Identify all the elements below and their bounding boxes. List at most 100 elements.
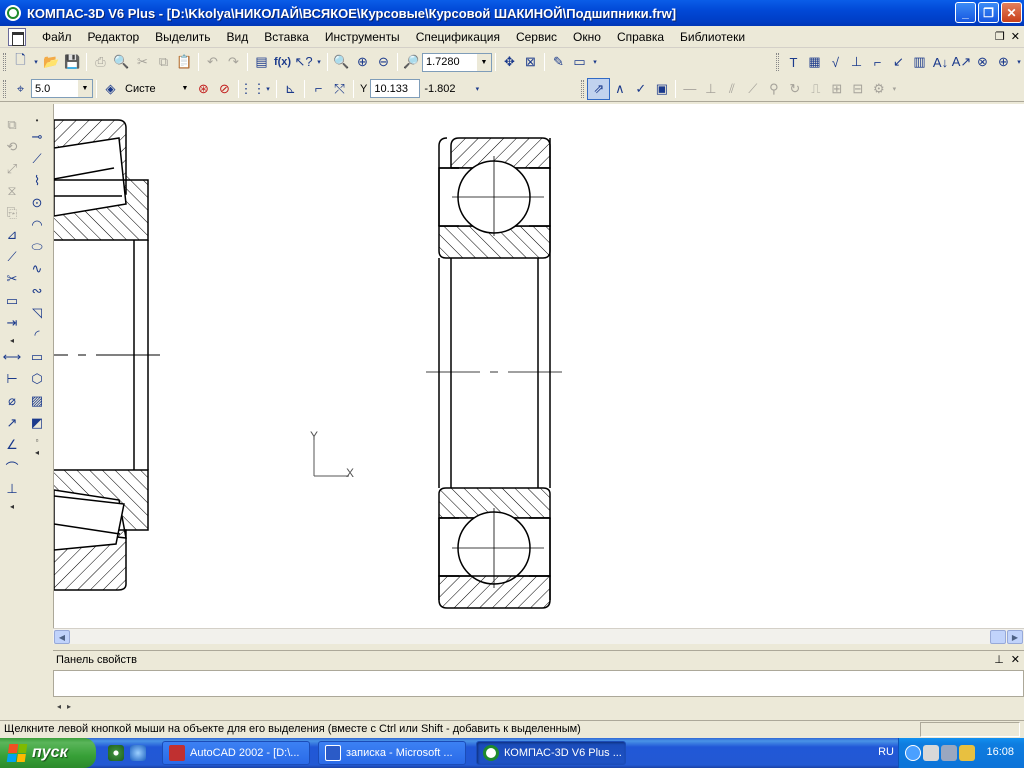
minimize-button[interactable]: _ [955,2,976,23]
grid-dropdown-icon[interactable]: ▾ [263,79,273,99]
variables-icon[interactable]: f(x) [272,52,293,72]
calc-icon[interactable]: ▣ [651,79,672,99]
position-icon[interactable]: ↙ [888,52,909,72]
step-icon[interactable]: ⌖ [10,79,31,99]
speaker-icon[interactable] [959,745,975,761]
curve-icon[interactable]: ∾ [26,280,48,302]
pan-icon[interactable]: ✥ [499,52,520,72]
snap-icon[interactable]: ⊛ [193,79,214,99]
ellipse-icon[interactable]: ⬭ [26,236,48,258]
dim-rotate-icon[interactable]: ↻ [784,79,805,99]
base-icon[interactable]: ⊥ [846,52,867,72]
clock[interactable]: 16:08 [986,746,1014,758]
layer-dropdown-icon[interactable]: ▼ [178,80,192,97]
fill-icon[interactable]: ◩ [26,412,48,434]
tolerance-icon[interactable]: ▥ [909,52,930,72]
rectangle-icon[interactable]: ▭ [26,346,48,368]
step-dropdown-icon[interactable]: ▼ [78,80,92,97]
help-pointer-icon[interactable]: ↖? [293,52,314,72]
dim-clamp-icon[interactable]: ⎍ [805,79,826,99]
wave-icon[interactable]: ⊗ [972,52,993,72]
task-kompas[interactable]: КОМПАС-3D V6 Plus ... [476,741,626,765]
dim-tag-icon[interactable]: ⊟ [847,79,868,99]
help-dropdown-icon[interactable]: ▾ [314,52,324,72]
menu-file[interactable]: Файл [34,30,80,44]
layer-icon[interactable]: ◈ [100,79,121,99]
menu-edit[interactable]: Редактор [80,30,148,44]
dim-hatch-icon[interactable]: ⫽ [721,79,742,99]
layer-field[interactable]: Систе ▼ [121,79,193,98]
print-preview-icon[interactable]: 🔍 [111,52,132,72]
display-dropdown-icon[interactable]: ▾ [590,52,600,72]
scroll-left-icon[interactable]: ◀ [54,630,70,644]
copy-obj-icon[interactable]: ⎘ [1,202,23,224]
dim-line-icon[interactable]: — [679,79,700,99]
show-all-icon[interactable]: ⊠ [520,52,541,72]
menu-help[interactable]: Справка [609,30,672,44]
coord-y-field[interactable]: -1.802 [420,79,473,98]
zoom-window-icon[interactable]: 🔍 [331,52,352,72]
mdi-close-button[interactable]: ✕ [1011,30,1020,43]
pin-icon[interactable]: ⊥ [994,653,1004,666]
polyline-icon[interactable]: ⌇ [26,170,48,192]
ball-bearing-drawing[interactable] [438,137,551,609]
menu-view[interactable]: Вид [219,30,257,44]
coord-x-field[interactable]: 10.133 [370,79,421,98]
step-field[interactable]: 5.0 ▼ [31,79,93,98]
scroll-thumb[interactable] [990,630,1006,644]
mdi-restore-button[interactable]: ❐ [995,30,1005,43]
dim-vertical-icon[interactable]: ⊢ [1,368,23,390]
segment-icon[interactable]: ⊸ [26,126,48,148]
ortho-icon[interactable]: ⌐ [308,79,329,99]
dim-offset-icon[interactable]: ⊥ [700,79,721,99]
menu-tools[interactable]: Инструменты [317,30,408,44]
break-icon[interactable]: ✂ [1,268,23,290]
task-word[interactable]: записка - Microsoft ... [318,741,466,765]
menu-window[interactable]: Окно [565,30,609,44]
menu-libraries[interactable]: Библиотеки [672,30,753,44]
hatch-icon[interactable]: ▨ [26,390,48,412]
manager-icon[interactable]: ▤ [251,52,272,72]
menu-service[interactable]: Сервис [508,30,565,44]
dim-arc-icon[interactable]: ⌒ [1,456,23,478]
snaps-icon[interactable]: ⤲ [329,79,350,99]
expand-arrow-icon[interactable]: ◂ [26,446,48,458]
hatch-frame-icon[interactable]: ▭ [1,290,23,312]
local-cs-icon[interactable]: ⊾ [280,79,301,99]
scale-icon[interactable]: ⤢ [1,158,23,180]
new-dropdown-icon[interactable]: ▾ [31,52,41,72]
trim-icon[interactable]: ⟋ [1,246,23,268]
grid-icon[interactable]: ⋮⋮ [240,79,266,99]
dimension-linear-icon[interactable]: ⊿ [1,224,23,246]
toolbar-grip[interactable] [3,53,6,71]
dim-chain-icon[interactable]: ⊥ [1,478,23,500]
text-icon[interactable]: T [783,52,804,72]
redo-icon[interactable]: ↷ [223,52,244,72]
nav-left-icon[interactable]: ◂ [57,702,61,711]
dim-pin-icon[interactable]: ⚲ [763,79,784,99]
leader-icon[interactable]: ⌐ [867,52,888,72]
zoom-dropdown-icon[interactable]: ▼ [477,53,491,71]
snap-magnet-icon[interactable]: ⊘ [214,79,235,99]
zoom-field[interactable]: 1.7280 ▼ [422,52,492,72]
paste-icon[interactable]: 📋 [174,52,195,72]
view-arrow-icon[interactable]: A↗ [951,52,972,72]
scroll-right-icon[interactable]: ▶ [1007,630,1023,644]
zoom-out-icon[interactable]: ⊖ [373,52,394,72]
tray-expand-icon[interactable] [905,745,921,761]
properties-close-button[interactable]: ✕ [1011,653,1020,666]
move-icon[interactable]: ⧉ [1,114,23,136]
polygon-icon[interactable]: ⬡ [26,368,48,390]
internet-explorer-icon[interactable] [130,745,146,761]
save-icon[interactable]: 💾 [62,52,83,72]
dim-hash-icon[interactable]: ⊞ [826,79,847,99]
zoom-in-icon[interactable]: ⊕ [352,52,373,72]
media-player-icon[interactable] [108,745,124,761]
task-autocad[interactable]: AutoCAD 2002 - [D:\... [162,741,310,765]
select-line-icon[interactable]: ⇗ [587,77,611,100]
dim-diag-icon[interactable]: ⟋ [742,79,763,99]
dim-horizontal-icon[interactable]: ⟷ [1,346,23,368]
angle-icon[interactable]: ∧ [609,79,630,99]
menu-specification[interactable]: Спецификация [408,30,508,44]
dim-angle-icon[interactable]: ∠ [1,434,23,456]
